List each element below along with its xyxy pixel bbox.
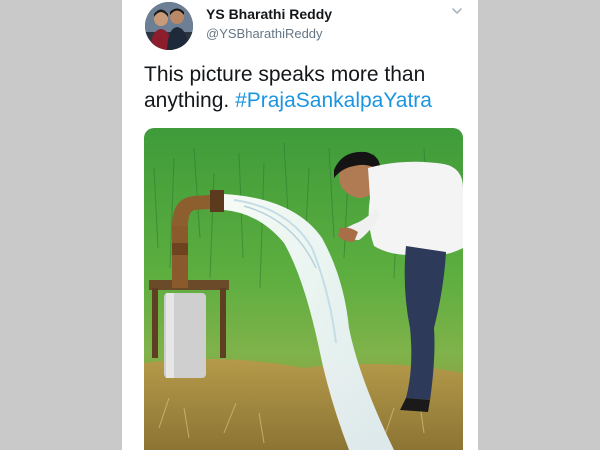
user-handle[interactable]: @YSBharathiReddy <box>206 26 323 41</box>
hashtag-link[interactable]: #PrajaSankalpaYatra <box>235 89 432 112</box>
photo-icon <box>144 128 463 450</box>
tweet-card[interactable]: YS Bharathi Reddy @YSBharathiReddy This … <box>122 0 478 450</box>
tweet-header: YS Bharathi Reddy @YSBharathiReddy <box>122 0 478 55</box>
chevron-down-icon[interactable] <box>450 4 464 18</box>
avatar-photo-icon <box>145 2 193 50</box>
tweet-text: This picture speaks more than anything. … <box>144 62 464 114</box>
screenshot-stage: YS Bharathi Reddy @YSBharathiReddy This … <box>0 0 600 450</box>
avatar[interactable] <box>145 2 193 50</box>
tweet-media-photo[interactable] <box>144 128 463 450</box>
tweet-text-line-2: anything. #PrajaSankalpaYatra <box>144 88 464 114</box>
tweet-text-prefix: anything. <box>144 89 236 112</box>
display-name[interactable]: YS Bharathi Reddy <box>206 6 332 22</box>
tweet-text-line-1: This picture speaks more than <box>144 63 426 86</box>
